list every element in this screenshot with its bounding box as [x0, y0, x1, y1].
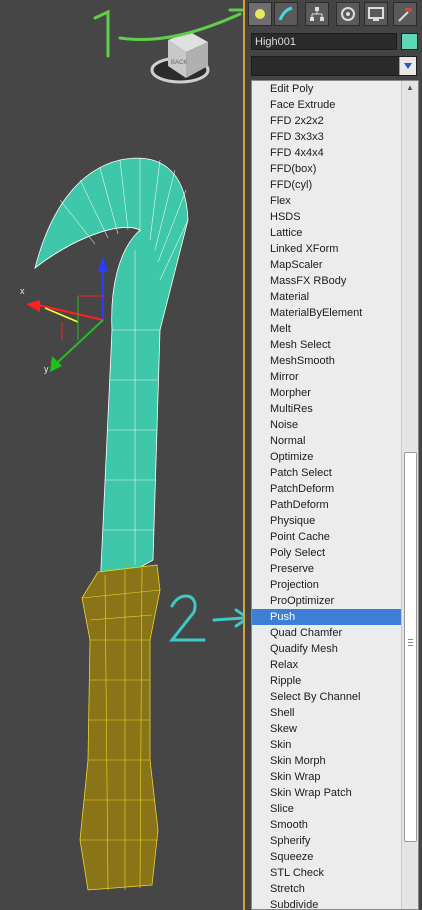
- modifier-item-skin[interactable]: Skin: [252, 737, 402, 753]
- modifier-item-noise[interactable]: Noise: [252, 417, 402, 433]
- modifier-item-skew[interactable]: Skew: [252, 721, 402, 737]
- modifier-item-spherify[interactable]: Spherify: [252, 833, 402, 849]
- modifier-item-ffd-2x2x2[interactable]: FFD 2x2x2: [252, 113, 402, 129]
- modifier-item-material[interactable]: Material: [252, 289, 402, 305]
- dropdown-arrow-button[interactable]: [399, 57, 416, 75]
- modify-tab[interactable]: [274, 2, 298, 26]
- modifier-item-mirror[interactable]: Mirror: [252, 369, 402, 385]
- modifier-item-patchdeform[interactable]: PatchDeform: [252, 481, 402, 497]
- modifier-item-slice[interactable]: Slice: [252, 801, 402, 817]
- modifier-item-mesh-select[interactable]: Mesh Select: [252, 337, 402, 353]
- modifier-item-ffd-4x4x4[interactable]: FFD 4x4x4: [252, 145, 402, 161]
- modifier-item-mapscaler[interactable]: MapScaler: [252, 257, 402, 273]
- modifier-item-materialbyelement[interactable]: MaterialByElement: [252, 305, 402, 321]
- modifier-item-squeeze[interactable]: Squeeze: [252, 849, 402, 865]
- modifier-list-items: Edit Poly Face Extrude FFD 2x2x2 FFD 3x3x3 F…: [252, 81, 402, 909]
- modifier-list-dropdown[interactable]: [251, 56, 417, 76]
- modifier-item-face-extrude[interactable]: Face Extrude: [252, 97, 402, 113]
- modifier-item-melt[interactable]: Melt: [252, 321, 402, 337]
- motion-tab[interactable]: [336, 2, 360, 26]
- modifier-item-physique[interactable]: Physique: [252, 513, 402, 529]
- modifier-item-relax[interactable]: Relax: [252, 657, 402, 673]
- modifier-item-subdivide[interactable]: Subdivide: [252, 897, 402, 909]
- scroll-up-arrow-icon[interactable]: ▲: [402, 81, 418, 95]
- display-icon: [368, 7, 384, 21]
- object-name-field[interactable]: High001: [251, 33, 397, 50]
- modifier-item-pathdeform[interactable]: PathDeform: [252, 497, 402, 513]
- perspective-viewport[interactable]: 12.BACK x y: [0, 0, 245, 910]
- modifier-item-shell[interactable]: Shell: [252, 705, 402, 721]
- modifier-item-stl-check[interactable]: STL Check: [252, 865, 402, 881]
- modifier-item-flex[interactable]: Flex: [252, 193, 402, 209]
- modifier-item-projection[interactable]: Projection: [252, 577, 402, 593]
- modifier-item-quad-chamfer[interactable]: Quad Chamfer: [252, 625, 402, 641]
- modifier-item-morpher[interactable]: Morpher: [252, 385, 402, 401]
- gizmo-y-label: y: [44, 364, 49, 374]
- utilities-tab[interactable]: [393, 2, 417, 26]
- modifier-item-point-cache[interactable]: Point Cache: [252, 529, 402, 545]
- modifier-item-stretch[interactable]: Stretch: [252, 881, 402, 897]
- object-color-swatch[interactable]: [401, 33, 418, 50]
- chevron-down-icon: [404, 63, 412, 69]
- gizmo-x-label: x: [20, 286, 25, 296]
- modifier-item-optimize[interactable]: Optimize: [252, 449, 402, 465]
- modifier-item-poly-select[interactable]: Poly Select: [252, 545, 402, 561]
- modifier-item-lattice[interactable]: Lattice: [252, 225, 402, 241]
- handle-mesh: [79, 564, 161, 891]
- modifier-item-skin-wrap[interactable]: Skin Wrap: [252, 769, 402, 785]
- modifier-item-ffd-box[interactable]: FFD(box): [252, 161, 402, 177]
- utilities-icon: [398, 8, 412, 22]
- blade-mesh: [34, 157, 189, 591]
- modifier-list[interactable]: Edit Poly Face Extrude FFD 2x2x2 FFD 3x3x3 F…: [251, 80, 419, 910]
- hierarchy-icon: [310, 7, 324, 21]
- create-tab[interactable]: [248, 2, 272, 26]
- hierarchy-tab[interactable]: [305, 2, 329, 26]
- modifier-item-ffd-3x3x3[interactable]: FFD 3x3x3: [252, 129, 402, 145]
- modifier-item-massfx-rbody[interactable]: MassFX RBody: [252, 273, 402, 289]
- modifier-item-prooptimizer[interactable]: ProOptimizer: [252, 593, 402, 609]
- modifier-item-linked-xform[interactable]: Linked XForm: [252, 241, 402, 257]
- display-tab[interactable]: [364, 2, 388, 26]
- modify-icon: [278, 6, 293, 21]
- transform-gizmo: [26, 256, 108, 372]
- motion-icon: [341, 7, 355, 21]
- modifier-item-select-by-channel[interactable]: Select By Channel: [252, 689, 402, 705]
- modifier-item-quadify-mesh[interactable]: Quadify Mesh: [252, 641, 402, 657]
- modifier-item-ffd-cyl[interactable]: FFD(cyl): [252, 177, 402, 193]
- machete-model: 12.BACK: [26, 8, 245, 891]
- modifier-item-patch-select[interactable]: Patch Select: [252, 465, 402, 481]
- modifier-item-smooth[interactable]: Smooth: [252, 817, 402, 833]
- modifier-list-scrollbar[interactable]: ▲: [401, 81, 418, 909]
- scrollbar-thumb[interactable]: [404, 452, 417, 842]
- modifier-item-ripple[interactable]: Ripple: [252, 673, 402, 689]
- modifier-item-hsds[interactable]: HSDS: [252, 209, 402, 225]
- modifier-item-preserve[interactable]: Preserve: [252, 561, 402, 577]
- modifier-item-skin-wrap-patch[interactable]: Skin Wrap Patch: [252, 785, 402, 801]
- modifier-item-push[interactable]: Push: [252, 609, 402, 625]
- modifier-item-meshsmooth[interactable]: MeshSmooth: [252, 353, 402, 369]
- viewcube-face-label: BACK: [171, 60, 187, 66]
- modifier-item-edit-poly[interactable]: Edit Poly: [252, 81, 402, 97]
- modifier-item-skin-morph[interactable]: Skin Morph: [252, 753, 402, 769]
- modifier-item-normal[interactable]: Normal: [252, 433, 402, 449]
- modifier-item-multires[interactable]: MultiRes: [252, 401, 402, 417]
- create-icon: [255, 9, 265, 19]
